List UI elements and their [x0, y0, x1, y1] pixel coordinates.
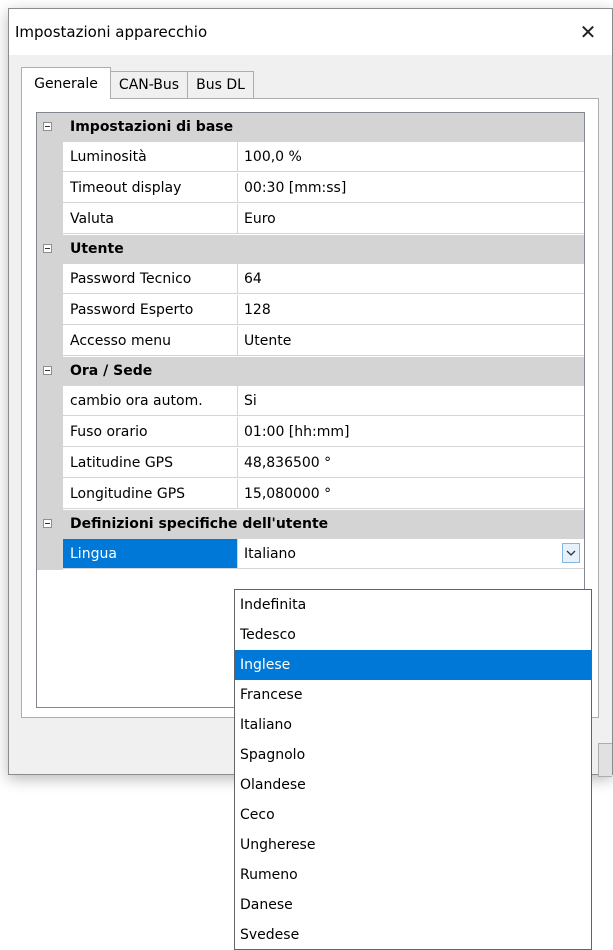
hidden-dialog-button[interactable]: [598, 743, 612, 777]
property-name: Password Tecnico: [63, 264, 238, 294]
property-row-valuta[interactable]: Valuta Euro: [37, 204, 584, 235]
tab-label: Generale: [34, 75, 98, 92]
dropdown-option[interactable]: Spagnolo: [235, 740, 591, 770]
property-value[interactable]: Si: [238, 386, 584, 416]
property-name: Timeout display: [63, 173, 238, 203]
collapse-icon[interactable]: [43, 122, 52, 131]
category-utente[interactable]: Utente: [37, 235, 584, 264]
dropdown-option[interactable]: Ungherese: [235, 830, 591, 860]
property-row-password-tecnico[interactable]: Password Tecnico 64: [37, 264, 584, 295]
category-ora-sede[interactable]: Ora / Sede: [37, 357, 584, 386]
collapse-icon[interactable]: [43, 519, 52, 528]
collapse-icon[interactable]: [43, 244, 52, 253]
dropdown-option-highlighted[interactable]: Inglese: [235, 650, 591, 680]
title-bar: Impostazioni apparecchio ✕: [9, 9, 612, 55]
dropdown-option[interactable]: Ceco: [235, 800, 591, 830]
property-row-latitudine-gps[interactable]: Latitudine GPS 48,836500 °: [37, 448, 584, 479]
tab-bus-dl[interactable]: Bus DL: [187, 71, 254, 98]
category-label: Utente: [70, 241, 124, 257]
window-title: Impostazioni apparecchio: [15, 23, 208, 41]
dropdown-option[interactable]: Tedesco: [235, 620, 591, 650]
chevron-down-icon[interactable]: [562, 543, 580, 563]
property-value[interactable]: 64: [238, 264, 584, 294]
close-button[interactable]: ✕: [570, 15, 606, 49]
property-name: Lingua: [63, 539, 238, 569]
dropdown-option[interactable]: Danese: [235, 890, 591, 920]
property-name: Accesso menu: [63, 326, 238, 356]
property-row-fuso-orario[interactable]: Fuso orario 01:00 [hh:mm]: [37, 417, 584, 448]
property-row-accesso-menu[interactable]: Accesso menu Utente: [37, 326, 584, 357]
dropdown-option[interactable]: Rumeno: [235, 860, 591, 890]
property-value[interactable]: 00:30 [mm:ss]: [238, 173, 584, 203]
property-row-password-esperto[interactable]: Password Esperto 128: [37, 295, 584, 326]
dropdown-option[interactable]: Olandese: [235, 770, 591, 800]
dropdown-option[interactable]: Italiano: [235, 710, 591, 740]
close-icon: ✕: [579, 20, 597, 44]
dropdown-option[interactable]: Indefinita: [235, 590, 591, 620]
category-label: Ora / Sede: [70, 363, 153, 379]
category-label: Definizioni specifiche dell'utente: [70, 516, 329, 532]
property-value[interactable]: 01:00 [hh:mm]: [238, 417, 584, 447]
collapse-icon[interactable]: [43, 366, 52, 375]
property-value[interactable]: Euro: [238, 204, 584, 234]
property-name: Fuso orario: [63, 417, 238, 447]
category-definizioni-utente[interactable]: Definizioni specifiche dell'utente: [37, 510, 584, 539]
dropdown-option[interactable]: Svedese: [235, 920, 591, 950]
property-name: Longitudine GPS: [63, 479, 238, 509]
language-dropdown-list: Indefinita Tedesco Inglese Francese Ital…: [234, 589, 592, 950]
tab-label: Bus DL: [196, 77, 245, 93]
property-name: Password Esperto: [63, 295, 238, 325]
tab-can-bus[interactable]: CAN-Bus: [110, 71, 188, 98]
combobox-value: Italiano: [244, 546, 296, 562]
property-value[interactable]: Utente: [238, 326, 584, 356]
property-name: Latitudine GPS: [63, 448, 238, 478]
property-value[interactable]: 128: [238, 295, 584, 325]
property-row-longitudine-gps[interactable]: Longitudine GPS 15,080000 °: [37, 479, 584, 510]
category-label: Impostazioni di base: [70, 119, 234, 135]
property-row-timeout-display[interactable]: Timeout display 00:30 [mm:ss]: [37, 173, 584, 204]
property-value[interactable]: 48,836500 °: [238, 448, 584, 478]
property-value[interactable]: 100,0 %: [238, 142, 584, 172]
property-name: cambio ora autom.: [63, 386, 238, 416]
tab-label: CAN-Bus: [118, 77, 180, 93]
property-name: Valuta: [63, 204, 238, 234]
property-name: Luminosità: [63, 142, 238, 172]
property-row-lingua[interactable]: Lingua Italiano: [37, 539, 584, 570]
property-value[interactable]: 15,080000 °: [238, 479, 584, 509]
tab-generale[interactable]: Generale: [21, 67, 111, 99]
dropdown-option[interactable]: Francese: [235, 680, 591, 710]
category-impostazioni-di-base[interactable]: Impostazioni di base: [37, 113, 584, 142]
property-row-cambio-ora[interactable]: cambio ora autom. Si: [37, 386, 584, 417]
language-combobox[interactable]: Italiano: [238, 539, 584, 569]
property-row-luminosita[interactable]: Luminosità 100,0 %: [37, 142, 584, 173]
